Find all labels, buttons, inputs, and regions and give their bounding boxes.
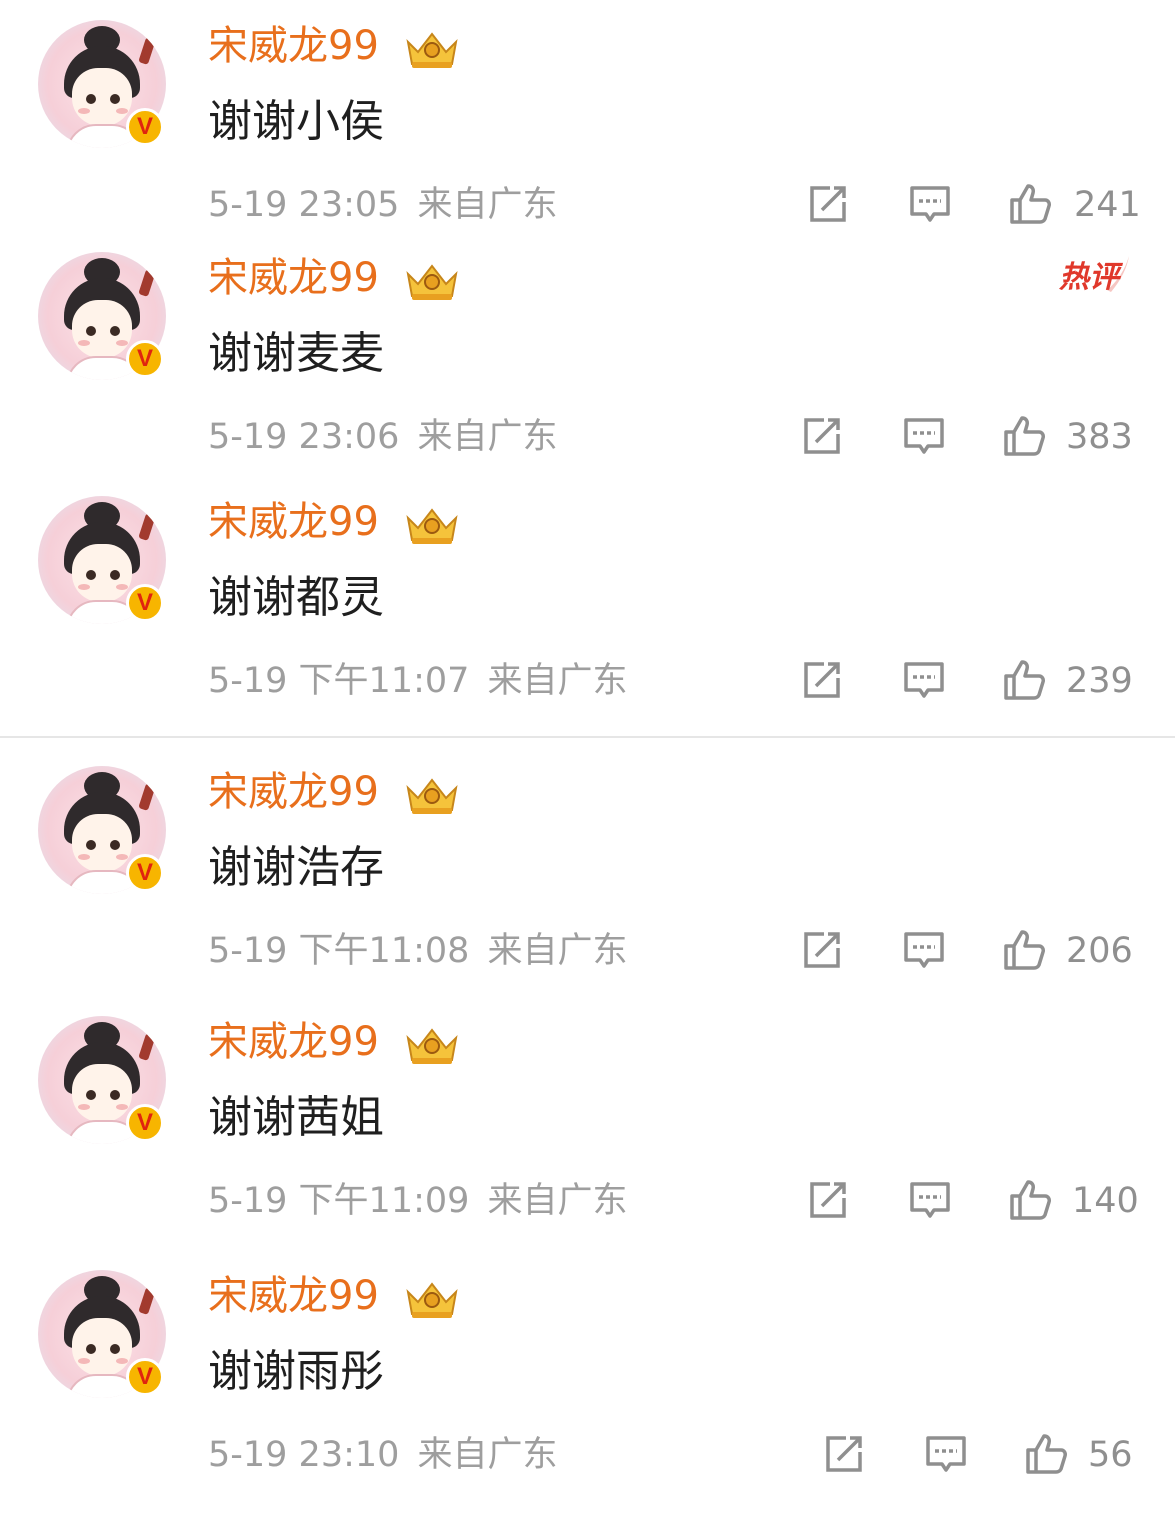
comment-icon[interactable] xyxy=(908,182,952,226)
comment-time: 5-19 23:06 xyxy=(208,417,400,457)
comment-item: V 宋威龙99 谢谢雨彤 5-19 23:10 来自广东 56 xyxy=(0,1250,1175,1490)
username[interactable]: 宋威龙99 xyxy=(208,254,379,302)
hot-label: 热评 xyxy=(1059,260,1119,295)
comment-icon[interactable] xyxy=(902,928,946,972)
comment-meta: 5-19 下午11:07 来自广东 xyxy=(208,660,645,702)
comment-location: 来自广东 xyxy=(417,1435,558,1475)
comment-item: V 宋威龙99 谢谢都灵 5-19 下午11:07 来自广东 239 xyxy=(0,476,1175,716)
comment-location: 来自广东 xyxy=(487,661,628,701)
repost-icon[interactable] xyxy=(800,928,844,972)
comment-meta: 5-19 下午11:09 来自广东 xyxy=(208,1180,645,1222)
comment-location: 来自广东 xyxy=(487,931,628,971)
comment-text: 谢谢麦麦 xyxy=(208,328,384,379)
like-count: 206 xyxy=(1066,931,1133,971)
thumbs-up-icon[interactable] xyxy=(1002,658,1046,702)
username[interactable]: 宋威龙99 xyxy=(208,1018,379,1066)
thumbs-up-icon[interactable] xyxy=(1024,1432,1068,1476)
crown-member-icon xyxy=(406,508,458,544)
comment-text: 谢谢小侯 xyxy=(208,96,384,147)
like-count: 383 xyxy=(1066,417,1133,457)
repost-icon[interactable] xyxy=(806,1178,850,1222)
comment-item: V 宋威龙99 热评 谢谢麦麦 5-19 23:06 来自广东 383 xyxy=(0,232,1175,472)
username[interactable]: 宋威龙99 xyxy=(208,22,379,70)
repost-icon[interactable] xyxy=(800,414,844,458)
crown-member-icon xyxy=(406,1028,458,1064)
verified-v-badge-icon: V xyxy=(126,340,164,378)
comment-item: V 宋威龙99 谢谢茜姐 5-19 下午11:09 来自广东 140 xyxy=(0,996,1175,1236)
comment-meta: 5-19 23:10 来自广东 xyxy=(208,1434,575,1476)
verified-v-badge-icon: V xyxy=(126,1104,164,1142)
comment-text: 谢谢都灵 xyxy=(208,572,384,623)
crown-member-icon xyxy=(406,778,458,814)
comment-meta: 5-19 23:06 来自广东 xyxy=(208,416,575,458)
like-count: 140 xyxy=(1072,1181,1139,1221)
crown-member-icon xyxy=(406,32,458,68)
hot-comment-badge: 热评 xyxy=(1051,254,1131,304)
username[interactable]: 宋威龙99 xyxy=(208,768,379,816)
comment-meta: 5-19 下午11:08 来自广东 xyxy=(208,930,645,972)
repost-icon[interactable] xyxy=(806,182,850,226)
like-count: 239 xyxy=(1066,661,1133,701)
comment-icon[interactable] xyxy=(924,1432,968,1476)
crown-member-icon xyxy=(406,264,458,300)
repost-icon[interactable] xyxy=(800,658,844,702)
section-divider xyxy=(0,736,1175,738)
repost-icon[interactable] xyxy=(822,1432,866,1476)
comment-icon[interactable] xyxy=(902,658,946,702)
comment-text: 谢谢浩存 xyxy=(208,842,384,893)
verified-v-badge-icon: V xyxy=(126,584,164,622)
verified-v-badge-icon: V xyxy=(126,1358,164,1396)
comment-location: 来自广东 xyxy=(417,185,558,225)
like-count: 241 xyxy=(1074,185,1141,225)
comment-location: 来自广东 xyxy=(417,417,558,457)
comment-text: 谢谢茜姐 xyxy=(208,1092,384,1143)
thumbs-up-icon[interactable] xyxy=(1002,928,1046,972)
thumbs-up-icon[interactable] xyxy=(1008,1178,1052,1222)
comment-icon[interactable] xyxy=(908,1178,952,1222)
username[interactable]: 宋威龙99 xyxy=(208,498,379,546)
crown-member-icon xyxy=(406,1282,458,1318)
comment-item: V 宋威龙99 谢谢浩存 5-19 下午11:08 来自广东 206 xyxy=(0,746,1175,986)
comment-meta: 5-19 23:05 来自广东 xyxy=(208,184,575,226)
comment-time: 5-19 23:05 xyxy=(208,185,400,225)
comment-time: 5-19 23:10 xyxy=(208,1435,400,1475)
comment-time: 5-19 下午11:07 xyxy=(208,661,470,701)
like-count: 56 xyxy=(1088,1435,1133,1475)
comment-time: 5-19 下午11:09 xyxy=(208,1181,470,1221)
thumbs-up-icon[interactable] xyxy=(1002,414,1046,458)
verified-v-badge-icon: V xyxy=(126,108,164,146)
comment-icon[interactable] xyxy=(902,414,946,458)
comment-time: 5-19 下午11:08 xyxy=(208,931,470,971)
comment-text: 谢谢雨彤 xyxy=(208,1346,384,1397)
verified-v-badge-icon: V xyxy=(126,854,164,892)
username[interactable]: 宋威龙99 xyxy=(208,1272,379,1320)
comment-location: 来自广东 xyxy=(487,1181,628,1221)
thumbs-up-icon[interactable] xyxy=(1008,182,1052,226)
comment-item: V 宋威龙99 谢谢小侯 5-19 23:05 来自广东 241 xyxy=(0,0,1175,240)
